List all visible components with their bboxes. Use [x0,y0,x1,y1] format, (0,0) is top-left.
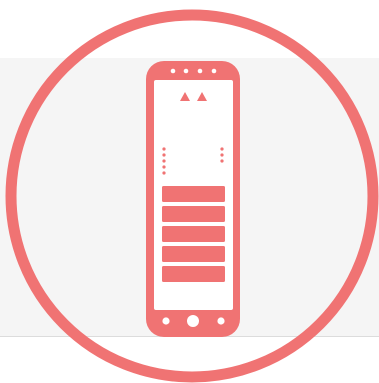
left-button-icon [162,317,170,325]
menu-bar [162,266,225,282]
menu-bar [162,226,225,242]
menu-bar [162,246,225,262]
right-button-icon [217,317,225,325]
home-button-icon [187,315,199,327]
mobile-device-emblem [0,0,379,383]
mobile-device-icon [5,9,379,383]
right-dots [220,147,224,163]
menu-bars [162,186,225,282]
menu-bar [162,206,225,222]
menu-bar [162,186,225,202]
